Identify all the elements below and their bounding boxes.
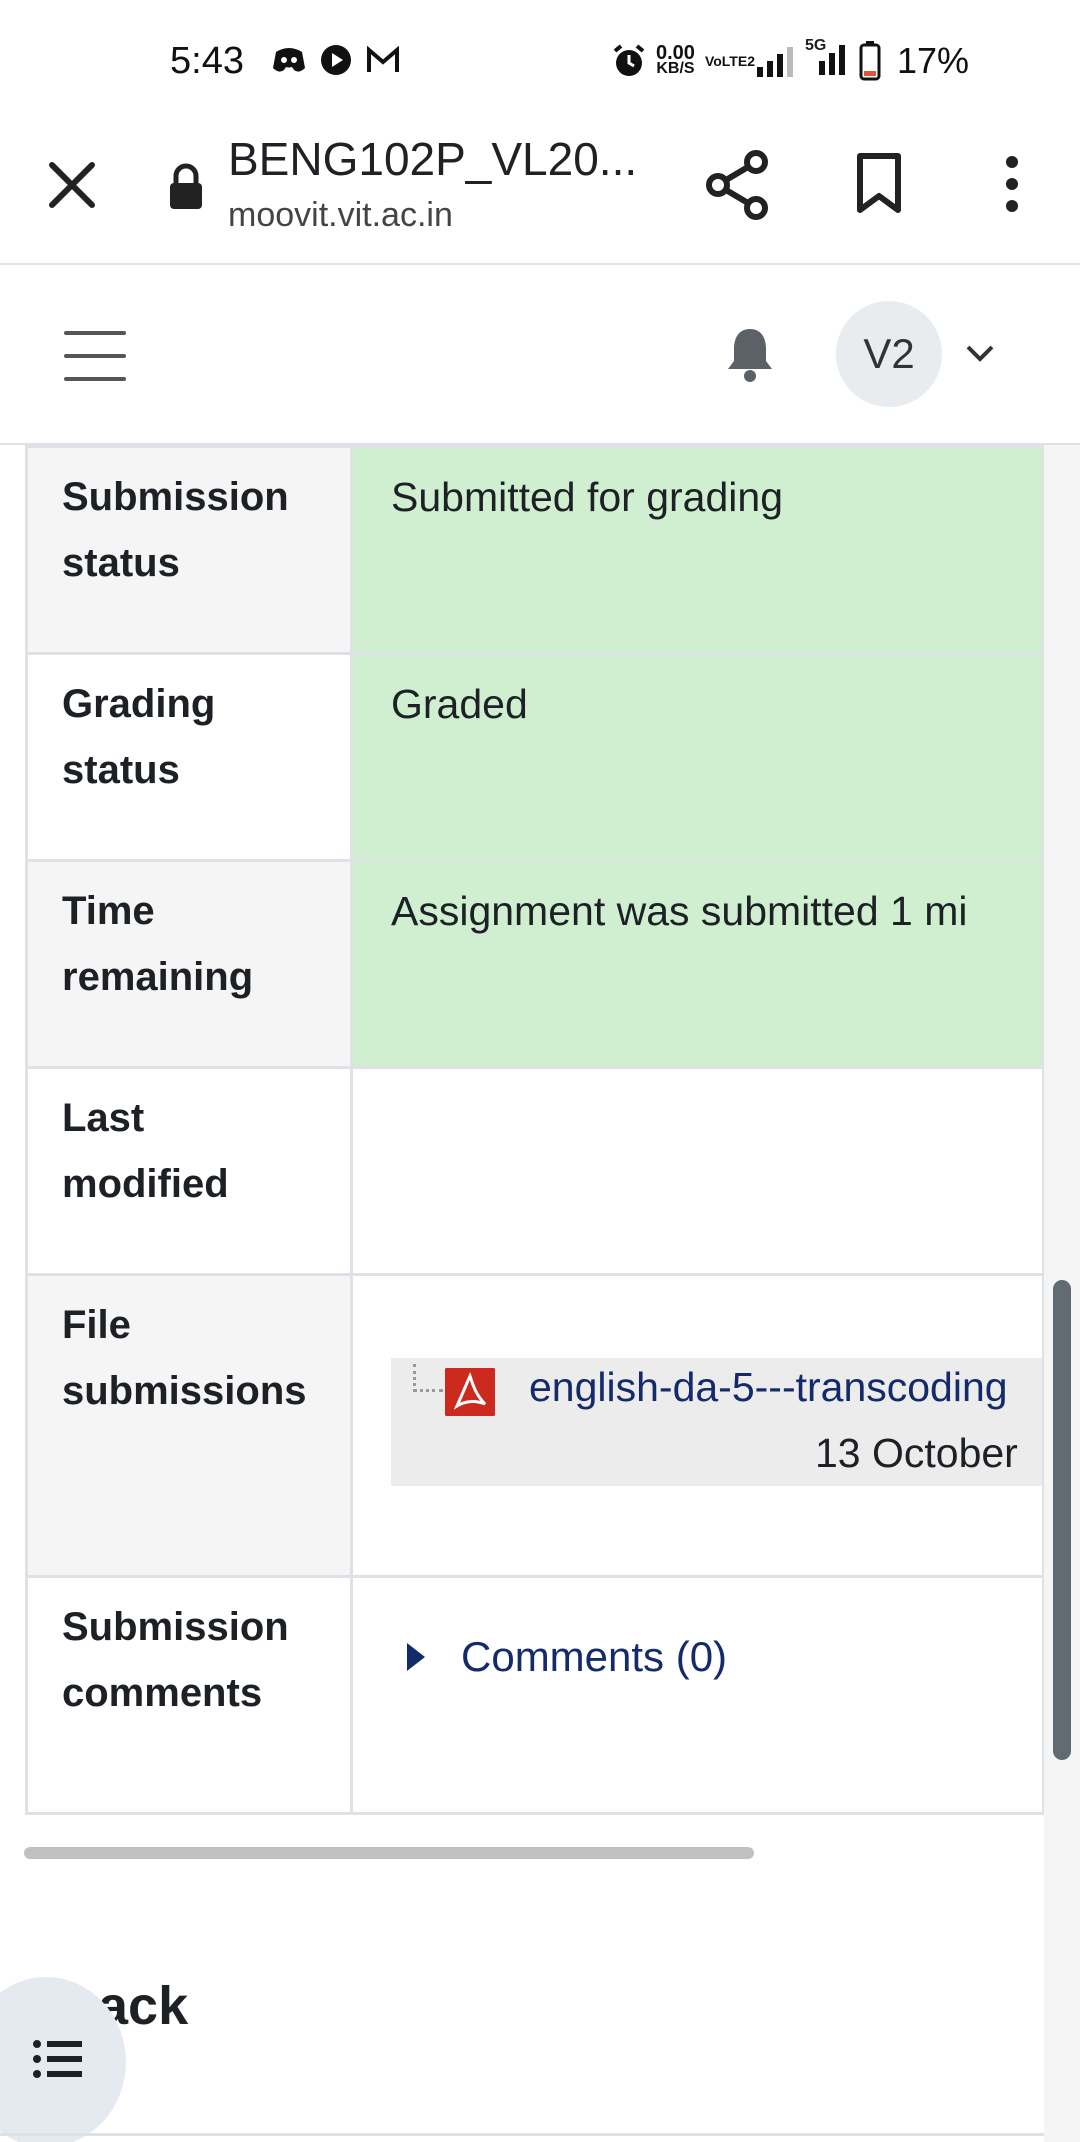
- volte-icon: VoLTE2: [705, 53, 755, 70]
- net-speed: 0.00 KB/S: [656, 42, 695, 77]
- file-tree: english-da-5---transcoding 13 October: [391, 1358, 1041, 1486]
- page-url[interactable]: moovit.vit.ac.in: [228, 196, 453, 235]
- play-icon: [321, 45, 351, 75]
- row-value-redacted: [redacted]: [350, 1066, 1045, 1276]
- status-bar: 5:43 0.00 KB/S VoLTE2 5G 17%: [0, 0, 1080, 130]
- row-value: Assignment was submitted 1 mi: [350, 859, 1045, 1069]
- redacted-value: [redacted]: [391, 1095, 574, 1141]
- submission-status-table: Submission status Submitted for grading …: [25, 445, 1045, 1815]
- chevron-down-icon[interactable]: [964, 341, 996, 365]
- file-submissions-cell: english-da-5---transcoding 13 October: [350, 1273, 1045, 1578]
- hamburger-menu-icon[interactable]: [64, 331, 126, 381]
- table-row: Grading status Graded: [25, 652, 1045, 862]
- row-value: Submitted for grading: [350, 445, 1045, 655]
- file-link[interactable]: english-da-5---transcoding: [529, 1354, 1008, 1420]
- comments-cell: Comments (0): [350, 1575, 1045, 1815]
- row-label: Grading status: [25, 652, 353, 862]
- lock-icon[interactable]: [168, 163, 204, 209]
- more-options-icon[interactable]: [994, 152, 1030, 216]
- share-icon[interactable]: [706, 150, 770, 220]
- table-row: Submission status Submitted for grading: [25, 445, 1045, 655]
- bookmark-icon[interactable]: [854, 152, 904, 216]
- row-value: Graded: [350, 652, 1045, 862]
- network-type: 5G: [804, 36, 827, 54]
- vertical-scrollbar-thumb[interactable]: [1053, 1280, 1071, 1760]
- main-content: Submission status Submitted for grading …: [0, 445, 1080, 2142]
- gmail-icon: [367, 46, 399, 72]
- list-icon[interactable]: [32, 2039, 84, 2079]
- divider: [0, 2133, 1044, 2136]
- tree-connector: [413, 1364, 443, 1392]
- site-header: V2: [0, 267, 1080, 445]
- battery-icon: [859, 41, 881, 81]
- table-row: Last modified [redacted]: [25, 1066, 1045, 1276]
- net-speed-value: 0.00: [656, 42, 695, 64]
- table-row: Submission comments Comments (0): [25, 1575, 1045, 1815]
- status-time: 5:43: [170, 40, 244, 82]
- discord-icon: [273, 48, 305, 72]
- comments-link-label[interactable]: Comments (0): [461, 1624, 727, 1690]
- table-row: Time remaining Assignment was submitted …: [25, 859, 1045, 1069]
- browser-toolbar: BENG102P_VL20... moovit.vit.ac.in: [0, 130, 1080, 265]
- pdf-file-icon: [445, 1368, 495, 1416]
- caret-right-icon: [407, 1643, 425, 1671]
- system-icons: 0.00 KB/S VoLTE2 5G 17%: [612, 37, 969, 82]
- close-icon[interactable]: [42, 155, 102, 215]
- row-label: Submission comments: [25, 1575, 353, 1815]
- notification-bell-icon[interactable]: [724, 325, 776, 383]
- table-row: File submissions english-da-5---transcod…: [25, 1273, 1045, 1578]
- battery-percent: 17%: [896, 40, 969, 81]
- signal-5g-icon: 5G: [805, 37, 849, 80]
- page-title[interactable]: BENG102P_VL20...: [228, 132, 637, 186]
- row-label: Time remaining: [25, 859, 353, 1069]
- user-avatar[interactable]: V2: [836, 301, 942, 407]
- volte-label: VoLTE2: [704, 52, 755, 69]
- comments-toggle[interactable]: Comments (0): [391, 1624, 1004, 1690]
- row-label: File submissions: [25, 1273, 353, 1578]
- row-label: Last modified: [25, 1066, 353, 1276]
- row-label: Submission status: [25, 445, 353, 655]
- net-speed-unit: KB/S: [656, 60, 695, 77]
- alarm-icon: [613, 44, 645, 76]
- signal-icon: [756, 47, 793, 77]
- notification-icons: [272, 44, 400, 76]
- file-date: 13 October: [815, 1430, 1018, 1476]
- horizontal-scrollbar[interactable]: [24, 1847, 754, 1859]
